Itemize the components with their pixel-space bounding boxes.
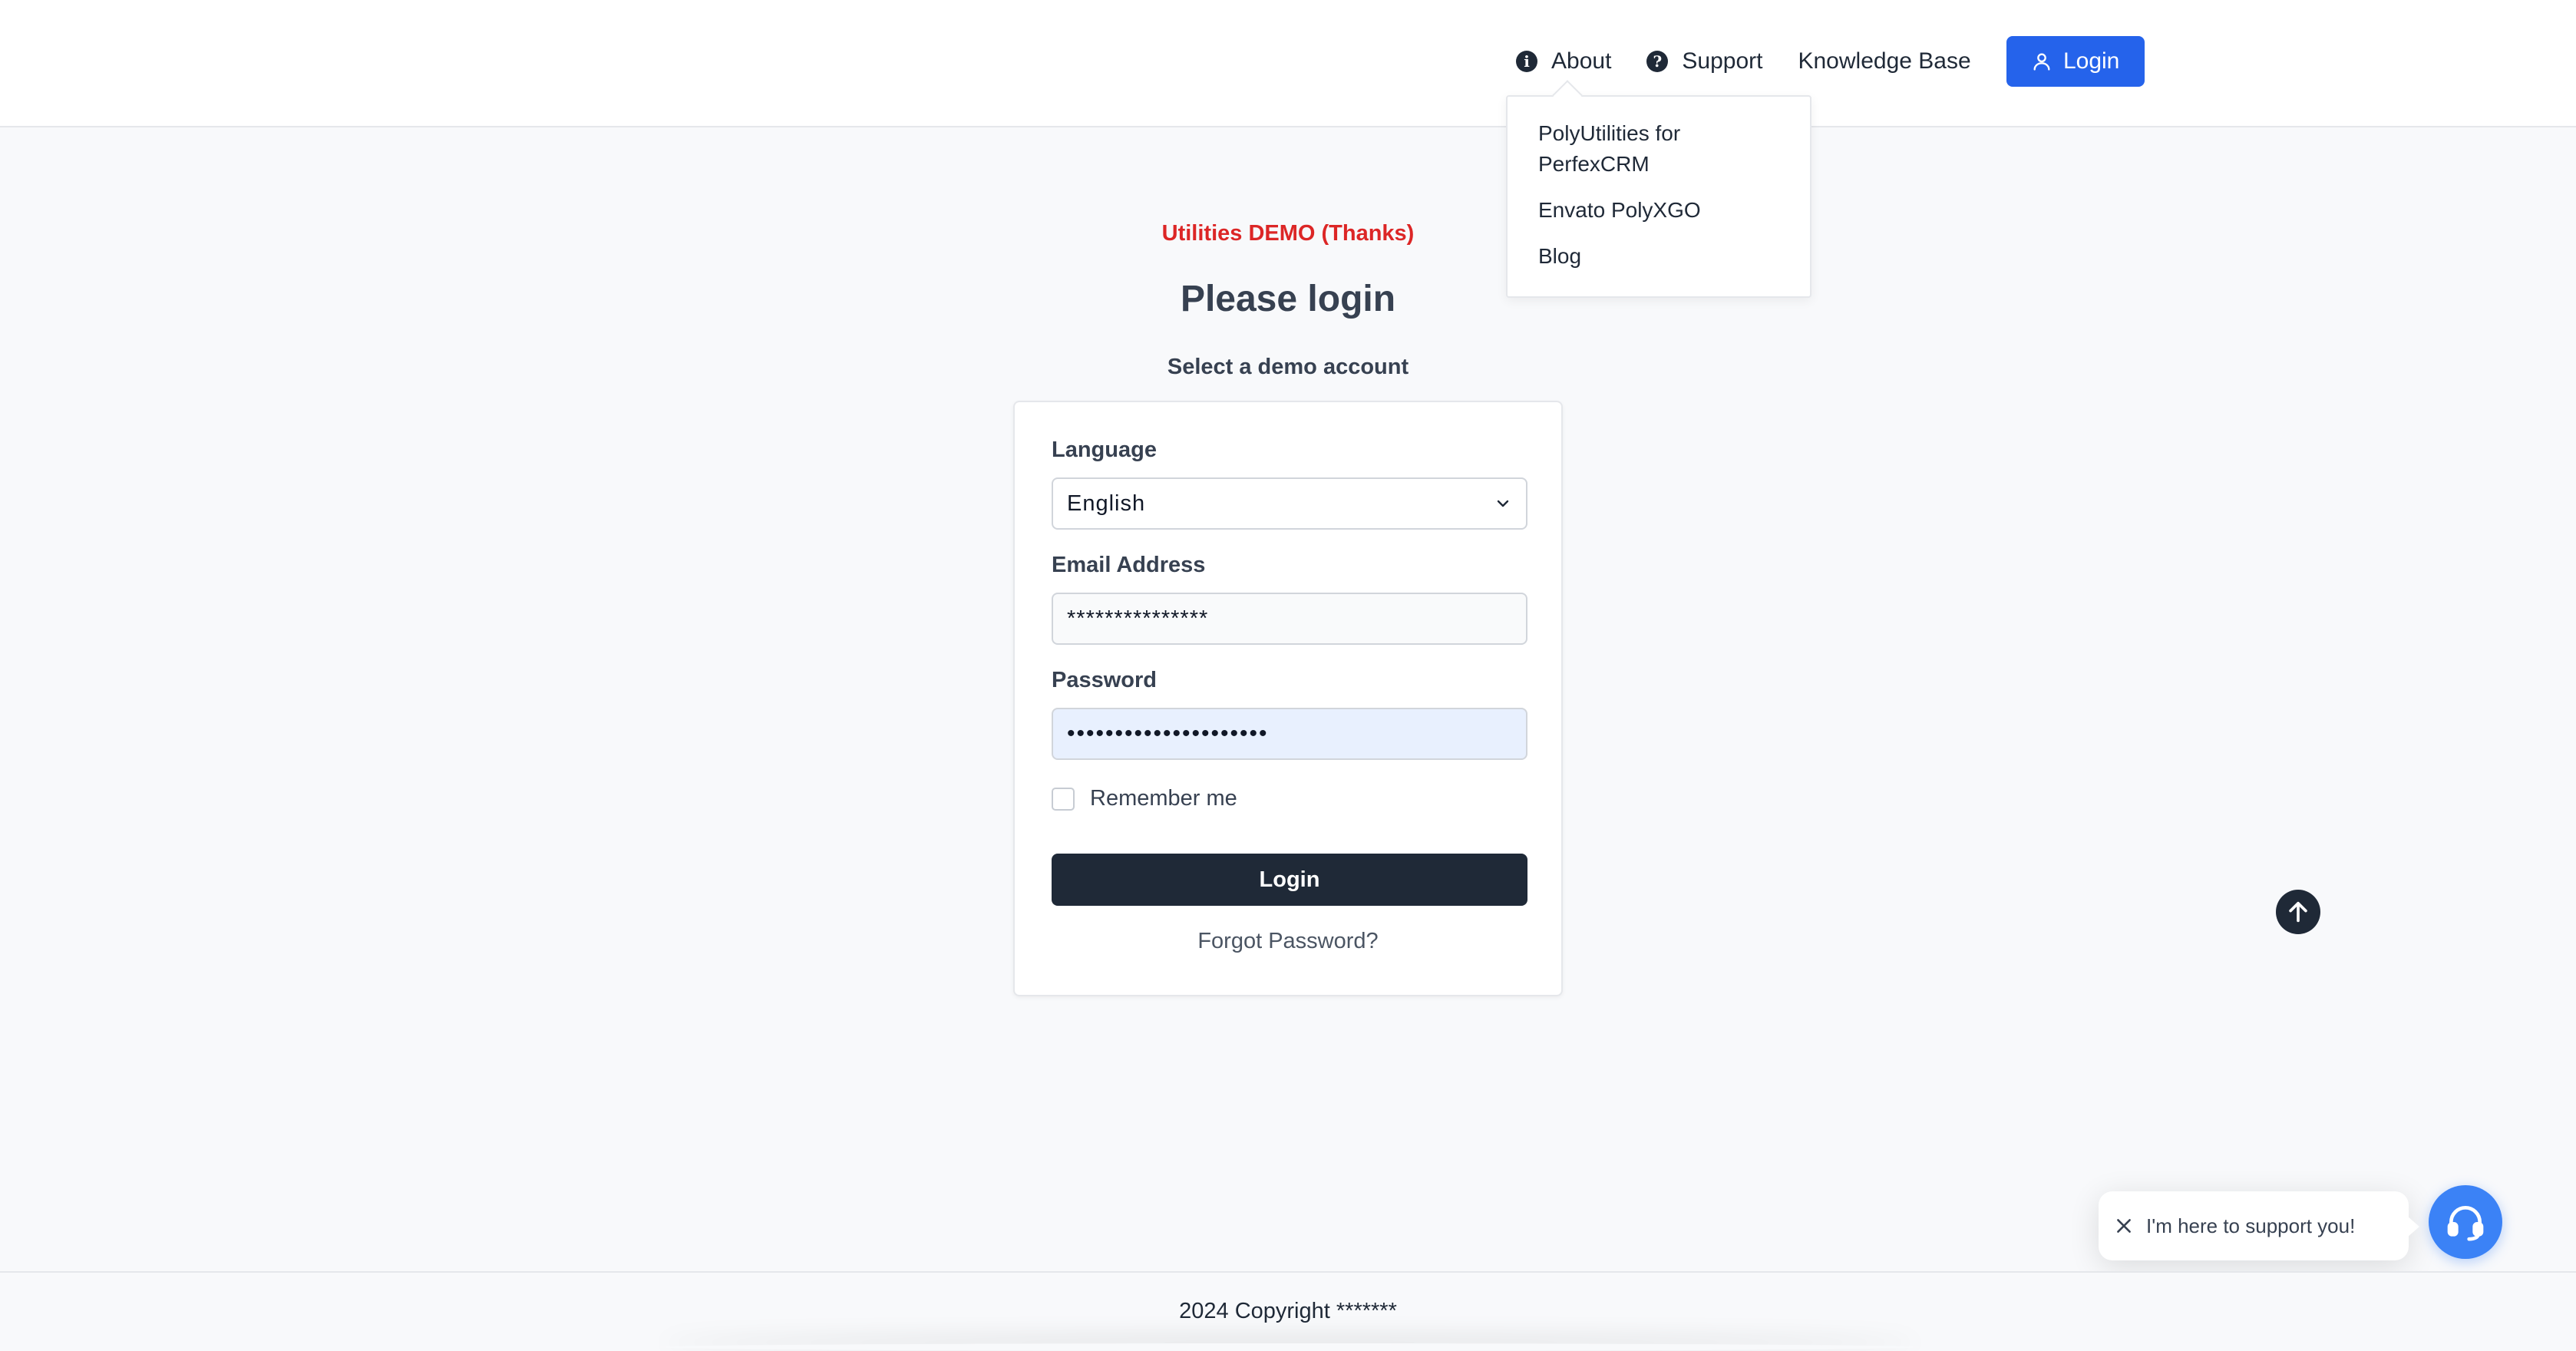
header-login-label: Login	[2062, 48, 2120, 74]
top-navbar: i About ? Support Knowledge Base Login	[0, 0, 2576, 127]
nav-about-label: About	[1551, 48, 1612, 74]
chat-prompt-text: I'm here to support you!	[2146, 1214, 2356, 1237]
nav-knowledge-base-label: Knowledge Base	[1798, 48, 1971, 74]
user-icon	[2033, 53, 2050, 71]
info-icon: i	[1516, 51, 1537, 72]
headset-icon	[2447, 1206, 2484, 1241]
menu-item-polyutilities[interactable]: PolyUtilities for PerfexCRM	[1538, 118, 1784, 180]
remember-checkbox[interactable]	[1052, 787, 1075, 811]
email-field[interactable]: ***************	[1052, 593, 1527, 645]
login-submit-button[interactable]: Login	[1052, 854, 1527, 906]
chevron-down-icon	[1497, 500, 1509, 507]
chat-launcher-button[interactable]	[2429, 1185, 2502, 1259]
email-label: Email Address	[1052, 553, 1206, 577]
close-icon[interactable]	[2112, 1214, 2135, 1237]
login-submit-label: Login	[1259, 867, 1320, 892]
footer-decoration	[660, 1343, 1919, 1351]
password-label: Password	[1052, 668, 1157, 692]
email-value: ***************	[1067, 606, 1209, 631]
language-value: English	[1067, 491, 1146, 516]
page-title: Please login	[1180, 279, 1396, 319]
question-icon: ?	[1646, 51, 1669, 72]
scroll-to-top-button[interactable]	[2276, 890, 2320, 934]
forgot-password-link[interactable]: Forgot Password?	[1015, 929, 1561, 954]
demo-tag: Utilities DEMO (Thanks)	[1161, 221, 1415, 246]
language-label: Language	[1052, 438, 1157, 462]
language-select[interactable]: English	[1052, 477, 1527, 530]
password-field[interactable]: •••••••••••••••••••••	[1052, 708, 1527, 760]
header-login-button[interactable]: Login	[2006, 36, 2145, 87]
remember-label: Remember me	[1090, 786, 1237, 811]
login-card: Language English Email Address *********…	[1013, 401, 1563, 996]
about-dropdown-menu: PolyUtilities for PerfexCRM Envato PolyX…	[1506, 95, 1811, 298]
remember-me[interactable]: Remember me	[1052, 786, 1237, 811]
nav-knowledge-base[interactable]: Knowledge Base	[1798, 35, 1970, 88]
password-value: •••••••••••••••••••••	[1067, 721, 1269, 746]
chat-prompt-bubble: I'm here to support you!	[2099, 1191, 2419, 1260]
main-nav: i About ? Support Knowledge Base Login	[1516, 35, 2145, 88]
nav-about[interactable]: i About	[1516, 35, 1611, 88]
page-subtitle[interactable]: Select a demo account	[0, 355, 2576, 380]
arrow-up-icon	[2289, 901, 2307, 923]
copyright-text: 2024 Copyright *******	[1179, 1299, 1397, 1323]
nav-support-label: Support	[1682, 48, 1763, 74]
nav-support[interactable]: ? Support	[1646, 35, 1762, 88]
page-footer: 2024 Copyright *******	[0, 1271, 2576, 1349]
